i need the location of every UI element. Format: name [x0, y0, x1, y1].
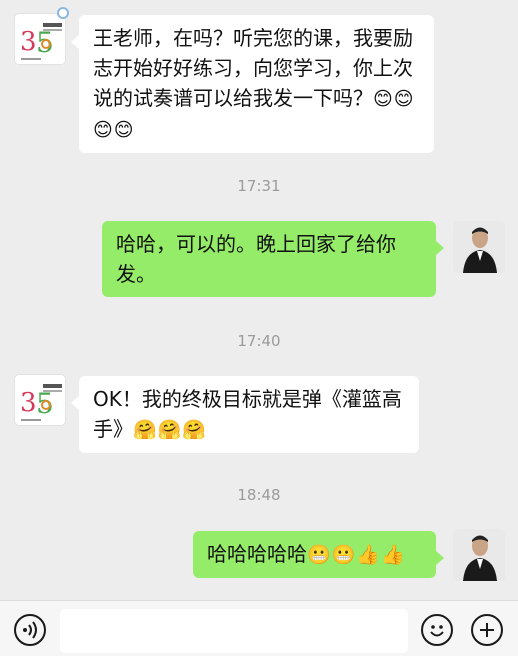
self-avatar[interactable]	[453, 529, 505, 581]
emoji-group: 😬😬👍👍	[307, 544, 406, 566]
svg-text:3: 3	[20, 388, 37, 418]
person-icon	[453, 529, 505, 581]
message-bubble-right[interactable]: 哈哈，可以的。晚上回家了给你发。	[102, 221, 444, 297]
message-bubble-left[interactable]: OK！我的终极目标就是弹《灌篮高手》🤗🤗🤗	[71, 376, 419, 453]
emoji-group: 🤗🤗🤗	[133, 419, 207, 441]
message-text: 哈哈，可以的。晚上回家了给你发。	[116, 232, 396, 286]
chat-area: 3 5 王老师，在吗？听完您的课，我要励志开始好好练习，向您学习，你上次说的试奏…	[0, 0, 518, 600]
voice-button[interactable]	[14, 614, 46, 646]
input-toolbar	[0, 600, 518, 656]
self-avatar[interactable]	[453, 221, 505, 273]
contact-avatar[interactable]: 3 5	[14, 374, 66, 426]
timestamp: 18:48	[237, 486, 281, 504]
emoji-button[interactable]	[421, 614, 453, 646]
logo-35-icon: 3 5	[20, 23, 62, 60]
timestamp: 17:40	[237, 332, 281, 350]
more-button[interactable]	[471, 614, 503, 646]
contact-avatar[interactable]: 3 5	[14, 13, 66, 65]
message-text: 王老师，在吗？听完您的课，我要励志开始好好练习，向您学习，你上次说的试奏谱可以给…	[93, 26, 413, 110]
person-icon	[453, 221, 505, 273]
plus-icon	[480, 623, 494, 637]
message-input[interactable]	[60, 609, 408, 653]
message-bubble-left[interactable]: 王老师，在吗？听完您的课，我要励志开始好好练习，向您学习，你上次说的试奏谱可以给…	[71, 15, 434, 153]
message-bubble-right[interactable]: 哈哈哈哈哈😬😬👍👍	[193, 531, 444, 578]
logo-35-icon: 3 5	[20, 384, 62, 421]
status-badge	[57, 7, 69, 19]
emoji-icon	[430, 625, 444, 637]
message-text: 哈哈哈哈哈	[207, 542, 307, 566]
timestamp: 17:31	[237, 177, 281, 195]
svg-text:3: 3	[20, 27, 37, 57]
voice-icon	[23, 621, 37, 639]
